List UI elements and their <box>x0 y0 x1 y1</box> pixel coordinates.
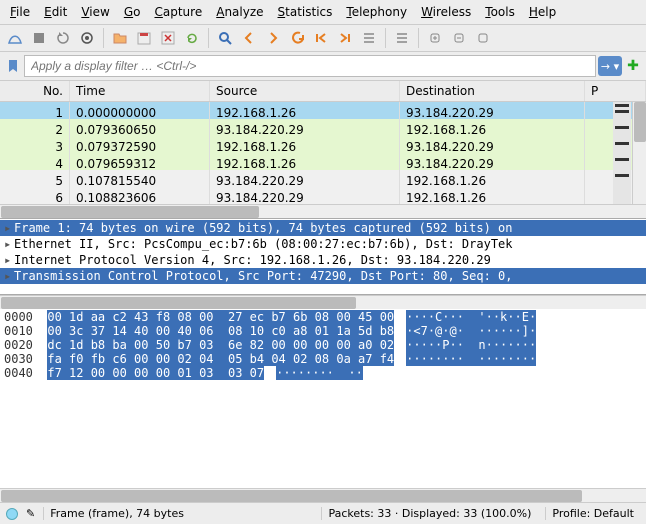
hex-row[interactable]: 0030 fa f0 fb c6 00 00 02 04 05 b4 04 02… <box>4 352 642 366</box>
filter-toolbar: → ▾ ✚ <box>0 52 646 80</box>
zoom-in-icon[interactable] <box>424 27 446 49</box>
menu-telephony[interactable]: Telephony <box>340 2 413 22</box>
prev-icon[interactable] <box>238 27 260 49</box>
bookmark-icon[interactable] <box>4 57 22 75</box>
menu-go[interactable]: Go <box>118 2 147 22</box>
stop-icon[interactable] <box>28 27 50 49</box>
menu-view[interactable]: View <box>75 2 115 22</box>
detail-row[interactable]: ▸Internet Protocol Version 4, Src: 192.1… <box>0 252 646 268</box>
menu-tools[interactable]: Tools <box>479 2 521 22</box>
packet-row[interactable]: 50.10781554093.184.220.29192.168.1.26 <box>0 170 646 187</box>
hex-row[interactable]: 0010 00 3c 37 14 40 00 40 06 08 10 c0 a8… <box>4 324 642 338</box>
jump-icon[interactable] <box>286 27 308 49</box>
next-icon[interactable] <box>262 27 284 49</box>
horizontal-scrollbar[interactable] <box>0 204 646 218</box>
col-header-source[interactable]: Source <box>210 81 400 101</box>
packet-bytes-pane[interactable]: 0000 00 1d aa c2 43 f8 08 00 27 ec b7 6b… <box>0 309 646 488</box>
col-header-destination[interactable]: Destination <box>400 81 585 101</box>
detail-row[interactable]: ▸Frame 1: 74 bytes on wire (592 bits), 7… <box>0 220 646 236</box>
menu-bar: FileEditViewGoCaptureAnalyzeStatisticsTe… <box>0 0 646 25</box>
detail-row[interactable]: ▸Ethernet II, Src: PcsCompu_ec:b7:6b (08… <box>0 236 646 252</box>
save-icon[interactable] <box>133 27 155 49</box>
menu-wireless[interactable]: Wireless <box>415 2 477 22</box>
zoom-out-icon[interactable] <box>448 27 470 49</box>
status-frame: Frame (frame), 74 bytes <box>43 507 313 520</box>
menu-file[interactable]: File <box>4 2 36 22</box>
status-packets: Packets: 33 · Displayed: 33 (100.0%) <box>321 507 537 520</box>
open-icon[interactable] <box>109 27 131 49</box>
packet-details-pane[interactable]: ▸Frame 1: 74 bytes on wire (592 bits), 7… <box>0 219 646 295</box>
close-icon[interactable] <box>157 27 179 49</box>
hex-row[interactable]: 0000 00 1d aa c2 43 f8 08 00 27 ec b7 6b… <box>4 310 642 324</box>
packet-row[interactable]: 20.07936065093.184.220.29192.168.1.26 <box>0 119 646 136</box>
menu-edit[interactable]: Edit <box>38 2 73 22</box>
packet-row[interactable]: 60.10882360693.184.220.29192.168.1.26 <box>0 187 646 204</box>
edit-icon[interactable]: ✎ <box>26 507 35 520</box>
reload-icon[interactable] <box>181 27 203 49</box>
vertical-scrollbar[interactable] <box>632 102 646 204</box>
main-toolbar <box>0 25 646 52</box>
menu-analyze[interactable]: Analyze <box>210 2 269 22</box>
packet-list-header[interactable]: No. Time Source Destination P <box>0 80 646 102</box>
minimap[interactable] <box>613 102 631 204</box>
hex-row[interactable]: 0040 f7 12 00 00 00 00 01 03 03 07······… <box>4 366 642 380</box>
col-header-time[interactable]: Time <box>70 81 210 101</box>
display-filter-input[interactable] <box>24 55 596 77</box>
hex-row[interactable]: 0020 dc 1d b8 ba 00 50 b7 03 6e 82 00 00… <box>4 338 642 352</box>
find-icon[interactable] <box>214 27 236 49</box>
add-filter-button[interactable]: ✚ <box>624 57 642 75</box>
detail-row[interactable]: ▸Transmission Control Protocol, Src Port… <box>0 268 646 284</box>
hex-hscrollbar[interactable] <box>0 488 646 502</box>
first-icon[interactable] <box>310 27 332 49</box>
packet-list-pane: No. Time Source Destination P 10.0000000… <box>0 80 646 219</box>
packet-row[interactable]: 40.079659312192.168.1.2693.184.220.29 <box>0 153 646 170</box>
menu-help[interactable]: Help <box>523 2 562 22</box>
restart-icon[interactable] <box>52 27 74 49</box>
col-header-protocol[interactable]: P <box>585 81 646 101</box>
options-icon[interactable] <box>76 27 98 49</box>
menu-capture[interactable]: Capture <box>148 2 208 22</box>
expert-info-icon[interactable] <box>6 508 18 520</box>
details-hscrollbar[interactable] <box>0 295 646 309</box>
colorize-icon[interactable] <box>391 27 413 49</box>
menu-statistics[interactable]: Statistics <box>272 2 339 22</box>
apply-filter-button[interactable]: → ▾ <box>598 56 622 76</box>
col-header-no[interactable]: No. <box>0 81 70 101</box>
status-profile[interactable]: Profile: Default <box>545 507 640 520</box>
autoscroll-icon[interactable] <box>358 27 380 49</box>
zoom-reset-icon[interactable] <box>472 27 494 49</box>
shark-fin-icon[interactable] <box>4 27 26 49</box>
last-icon[interactable] <box>334 27 356 49</box>
status-bar: ✎ Frame (frame), 74 bytes Packets: 33 · … <box>0 502 646 524</box>
packet-row[interactable]: 30.079372590192.168.1.2693.184.220.29 <box>0 136 646 153</box>
packet-row[interactable]: 10.000000000192.168.1.2693.184.220.29 <box>0 102 646 119</box>
